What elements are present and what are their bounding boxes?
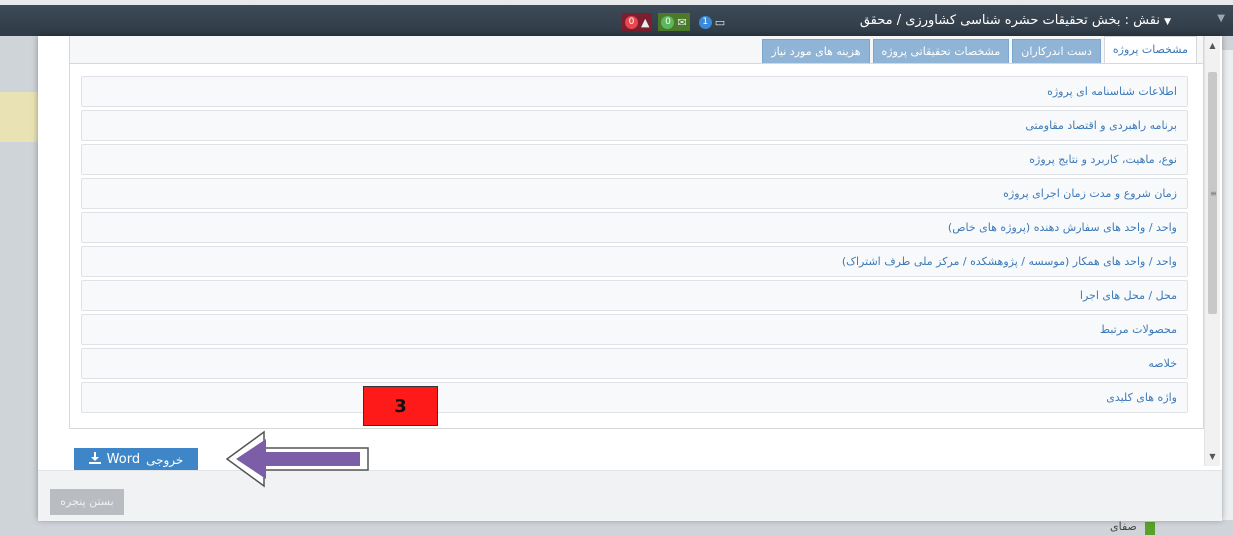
menu-toggle-icon[interactable]: ▼ [1217, 13, 1225, 24]
export-main-label: Word [106, 452, 141, 467]
pointer-arrow-icon [225, 430, 369, 488]
scroll-down-icon[interactable]: ▼ [1205, 452, 1220, 461]
close-window-button[interactable]: بستن پنجره [50, 489, 124, 515]
section-item-summary[interactable]: خلاصه [81, 348, 1188, 379]
tab-participants[interactable]: دست اندرکاران [1012, 39, 1101, 63]
inbox-button[interactable]: 1 ▭ [696, 13, 728, 31]
section-item-locations[interactable]: محل / محل های اجرا [81, 280, 1188, 311]
status-indicator [1145, 522, 1155, 535]
grip-icon: ≡ [1210, 189, 1217, 198]
project-details-modal: ▲ ≡ ▼ مشخصات پروژه دست اندرکاران مشخصات … [38, 36, 1222, 521]
tab-bar: مشخصات پروژه دست اندرکاران مشخصات تحقیقا… [70, 36, 1203, 64]
section-item-keywords[interactable]: واژه های کلیدی [81, 382, 1188, 413]
section-item-partner-units[interactable]: واحد / واحد های همکار (موسسه / پژوهشکده … [81, 246, 1188, 277]
role-text: نقش : بخش تحقیقات حشره شناسی کشاورزی / م… [859, 13, 1160, 28]
alerts-count: 0 [625, 15, 638, 29]
tab-required-costs[interactable]: هزینه های مورد نیاز [762, 39, 870, 63]
envelope-icon: ✉ [677, 15, 687, 29]
section-item-type-results[interactable]: نوع، ماهیت، کاربرد و نتایج پروژه [81, 144, 1188, 175]
top-navbar: 0 ▲ 0 ✉ 1 ▭ ▼ نقش : بخش تحقیقات حشره شنا… [0, 0, 1233, 36]
messages-button[interactable]: 0 ✉ [658, 13, 690, 31]
tab-research-details[interactable]: مشخصات تحقیقاتی پروژه [872, 39, 1010, 63]
chevron-down-icon: ▼ [1164, 17, 1171, 27]
word-export-button[interactable]: خروجی Word [74, 448, 198, 471]
tab-panel: مشخصات پروژه دست اندرکاران مشخصات تحقیقا… [69, 36, 1204, 429]
background-panel [0, 92, 38, 142]
section-list: اطلاعات شناسنامه ای پروژه برنامه راهبردی… [81, 76, 1188, 416]
modal-footer: بستن پنجره [38, 470, 1222, 521]
export-prefix-label: خروجی [146, 452, 184, 467]
download-icon [88, 452, 101, 467]
bell-icon: ▲ [641, 15, 650, 29]
inbox-count: 1 [698, 15, 712, 29]
step-number-callout: 3 [363, 386, 438, 426]
section-item-strategic-plan[interactable]: برنامه راهبردی و اقتصاد مقاومتی [81, 110, 1188, 141]
tab-project-details[interactable]: مشخصات پروژه [1103, 36, 1197, 63]
modal-scrollbar[interactable]: ▲ ≡ ▼ [1204, 36, 1220, 466]
background-text: صفای [1110, 520, 1137, 533]
section-item-ordering-units[interactable]: واحد / واحد های سفارش دهنده (پروژه های خ… [81, 212, 1188, 243]
section-item-products[interactable]: محصولات مرتبط [81, 314, 1188, 345]
section-item-schedule[interactable]: زمان شروع و مدت زمان اجرای پروژه [81, 178, 1188, 209]
section-item-identity[interactable]: اطلاعات شناسنامه ای پروژه [81, 76, 1188, 107]
scroll-up-icon[interactable]: ▲ [1205, 41, 1220, 50]
alerts-button[interactable]: 0 ▲ [622, 13, 653, 31]
messages-count: 0 [661, 15, 675, 29]
notification-badges: 0 ▲ 0 ✉ 1 ▭ [622, 13, 728, 31]
role-selector[interactable]: ▼ نقش : بخش تحقیقات حشره شناسی کشاورزی /… [860, 13, 1171, 28]
inbox-icon: ▭ [714, 15, 726, 29]
